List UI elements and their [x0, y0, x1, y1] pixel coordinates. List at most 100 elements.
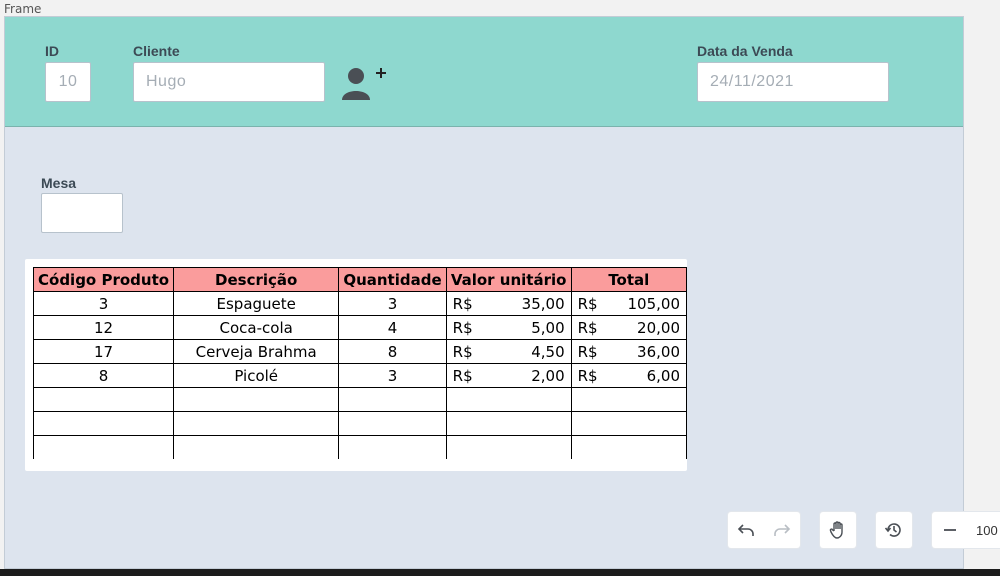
- empty-table-row: [32, 435, 688, 459]
- id-label: ID: [45, 43, 59, 59]
- total-amount: 36,00: [637, 342, 680, 361]
- table-row: 3 Espaguete 3 R$ 35,00 R$ 105,00: [32, 291, 688, 316]
- empty-cell: [570, 387, 688, 412]
- data-venda-label: Data da Venda: [697, 43, 793, 59]
- products-table: Código Produto Descrição Quantidade Valo…: [32, 267, 688, 459]
- empty-cell: [338, 411, 447, 436]
- empty-cell: [338, 435, 447, 459]
- cell-total: R$ 6,00: [570, 363, 688, 388]
- cell-quantidade: 3: [338, 363, 447, 388]
- table-row: 8 Picolé 3 R$ 2,00 R$ 6,00: [32, 363, 688, 388]
- minus-icon: [944, 529, 956, 531]
- cell-total: R$ 105,00: [570, 291, 688, 316]
- mesa-label: Mesa: [41, 175, 77, 191]
- total-amount: 20,00: [637, 318, 680, 337]
- cell-codigo: 17: [32, 339, 175, 364]
- undo-redo-group: [728, 512, 800, 548]
- currency-symbol: R$: [452, 366, 473, 385]
- currency-symbol: R$: [452, 342, 473, 361]
- cell-total: R$ 36,00: [570, 339, 688, 364]
- currency-symbol: R$: [577, 366, 598, 385]
- history-group: [876, 512, 912, 548]
- valor-money: R$ 4,50: [453, 343, 565, 361]
- form-header: ID 10 Cliente Hugo Data da Venda 24/11/2…: [5, 17, 963, 127]
- valor-amount: 35,00: [521, 294, 565, 313]
- cliente-label: Cliente: [133, 43, 180, 59]
- history-button[interactable]: [876, 512, 912, 548]
- empty-cell: [173, 435, 340, 459]
- cell-quantidade: 4: [338, 315, 447, 340]
- valor-amount: 5,00: [531, 318, 565, 337]
- cell-valor: R$ 5,00: [445, 315, 572, 340]
- total-money: R$ 105,00: [578, 295, 680, 313]
- cell-total: R$ 20,00: [570, 315, 688, 340]
- cell-codigo: 3: [32, 291, 175, 316]
- cell-descricao: Coca-cola: [173, 315, 340, 340]
- cell-quantidade: 8: [338, 339, 447, 364]
- cell-descricao: Cerveja Brahma: [173, 339, 340, 364]
- cell-codigo: 12: [32, 315, 175, 340]
- total-amount: 6,00: [646, 366, 680, 385]
- redo-button[interactable]: [764, 512, 800, 548]
- cell-valor: R$ 2,00: [445, 363, 572, 388]
- redo-icon: [774, 524, 791, 536]
- empty-cell: [32, 387, 175, 412]
- undo-button[interactable]: [728, 512, 764, 548]
- cell-descricao: Espaguete: [173, 291, 340, 316]
- empty-cell: [570, 411, 688, 436]
- empty-table-row: [32, 387, 688, 412]
- frame-label: Frame: [4, 2, 42, 16]
- empty-cell: [445, 435, 572, 459]
- header-quantidade: Quantidade: [338, 267, 447, 292]
- hand-icon: [829, 521, 843, 539]
- header-descricao: Descrição: [173, 267, 340, 292]
- valor-amount: 2,00: [531, 366, 565, 385]
- empty-cell: [32, 435, 175, 459]
- add-user-icon: [342, 68, 386, 100]
- total-money: R$ 20,00: [578, 319, 680, 337]
- add-user-button[interactable]: [341, 62, 389, 102]
- cell-valor: R$ 4,50: [445, 339, 572, 364]
- empty-cell: [445, 411, 572, 436]
- zoom-level: 100: [976, 522, 998, 538]
- currency-symbol: R$: [577, 294, 598, 313]
- cliente-field[interactable]: Hugo: [133, 62, 325, 102]
- header-valor: Valor unitário: [445, 267, 572, 292]
- history-icon: [884, 523, 901, 537]
- id-field[interactable]: 10: [45, 62, 91, 102]
- total-money: R$ 6,00: [578, 367, 680, 385]
- header-codigo: Código Produto: [32, 267, 175, 292]
- cell-codigo: 8: [32, 363, 175, 388]
- bottom-bar: [0, 569, 1000, 576]
- cell-valor: R$ 35,00: [445, 291, 572, 316]
- data-venda-field[interactable]: 24/11/2021: [697, 62, 889, 102]
- table-row: 17 Cerveja Brahma 8 R$ 4,50 R$ 36,00: [32, 339, 688, 364]
- table-row: 12 Coca-cola 4 R$ 5,00 R$ 20,00: [32, 315, 688, 340]
- empty-cell: [32, 411, 175, 436]
- hand-tool-button[interactable]: [820, 512, 856, 548]
- valor-money: R$ 5,00: [453, 319, 565, 337]
- currency-symbol: R$: [577, 342, 598, 361]
- valor-money: R$ 35,00: [453, 295, 565, 313]
- mesa-field[interactable]: [41, 193, 123, 233]
- currency-symbol: R$: [452, 294, 473, 313]
- form-frame: ID 10 Cliente Hugo Data da Venda 24/11/2…: [4, 16, 964, 569]
- valor-money: R$ 2,00: [453, 367, 565, 385]
- products-table-image: Código Produto Descrição Quantidade Valo…: [25, 259, 688, 471]
- undo-icon: [737, 524, 754, 536]
- cell-descricao: Picolé: [173, 363, 340, 388]
- empty-cell: [570, 435, 688, 459]
- total-money: R$ 36,00: [578, 343, 680, 361]
- zoom-out-button[interactable]: [932, 512, 968, 548]
- empty-cell: [173, 387, 340, 412]
- currency-symbol: R$: [577, 318, 598, 337]
- cell-quantidade: 3: [338, 291, 447, 316]
- header-total: Total: [570, 267, 688, 292]
- total-amount: 105,00: [627, 294, 681, 313]
- currency-symbol: R$: [452, 318, 473, 337]
- empty-cell: [445, 387, 572, 412]
- zoom-group: 100: [932, 512, 1000, 548]
- hand-tool-group: [820, 512, 856, 548]
- empty-table-row: [32, 411, 688, 436]
- empty-cell: [338, 387, 447, 412]
